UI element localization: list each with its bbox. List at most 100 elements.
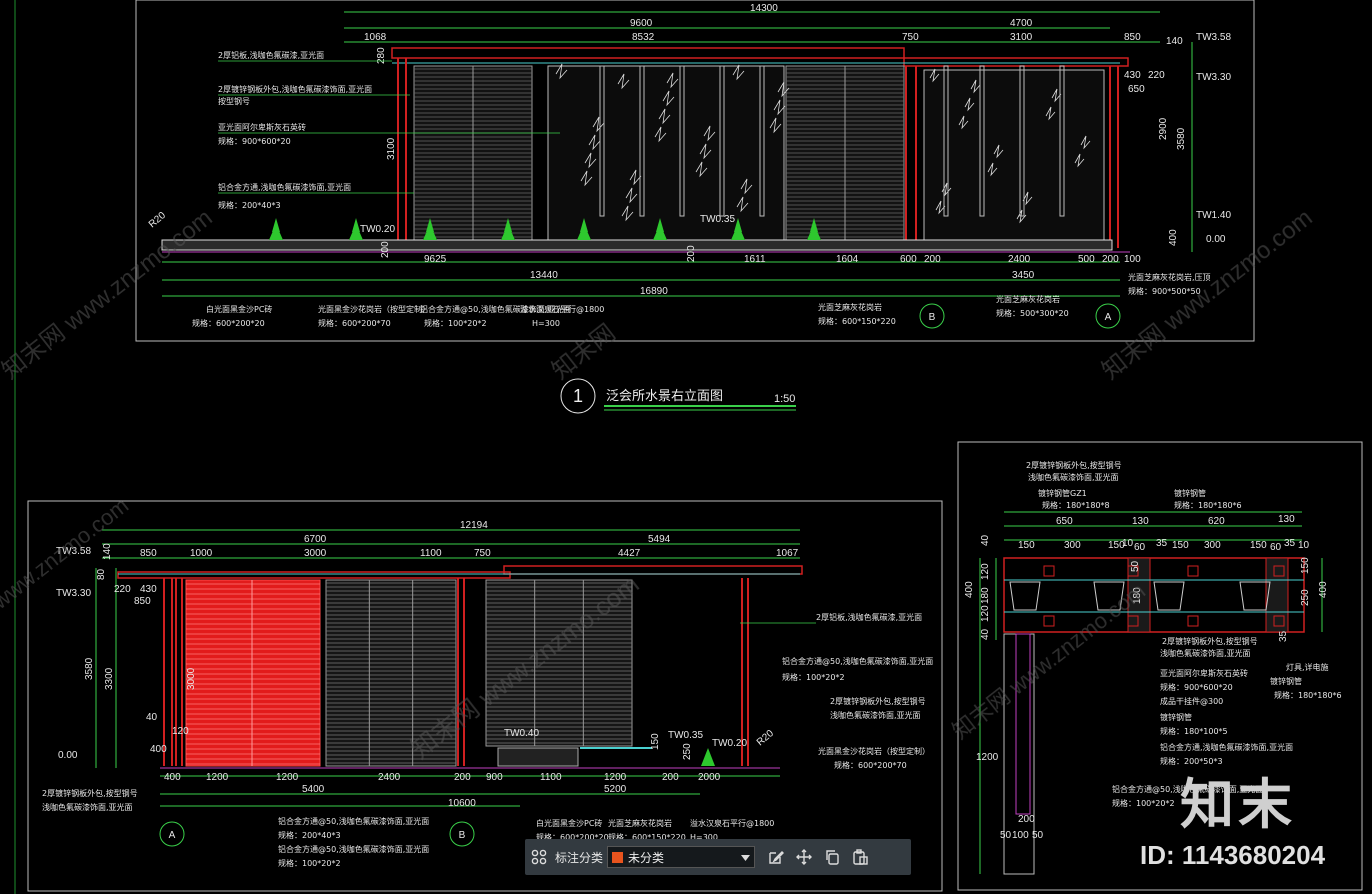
annotation-note: 铝合金方通,浅咖色氟碳漆饰面,亚光面	[1160, 742, 1293, 752]
view2-plants	[701, 748, 715, 766]
axis-bubble-a2: A	[159, 821, 185, 847]
annotation-note: 规格：600*200*70	[834, 760, 907, 770]
view3-roof-section	[1003, 557, 1305, 633]
dim-v2-150: 150	[650, 733, 661, 750]
level-v2-tw330: TW3.30	[56, 588, 91, 599]
watermark-1: 知末网 www.znzmo.com	[0, 204, 218, 385]
view3-beam-2	[1265, 557, 1289, 633]
dim-200d: 200	[686, 245, 697, 262]
view3-top-dim: 150	[1018, 540, 1035, 551]
view2-red-louvre-panel	[185, 579, 321, 767]
dim-v2-400b: 400	[164, 772, 181, 783]
level-tw035: TW0.35	[700, 214, 735, 225]
dim-2900: 2900	[1158, 117, 1169, 140]
cad-drawing-canvas[interactable]: B A 14300 9600 4700 1068 8532 750 3100 8…	[0, 0, 1372, 894]
annotation-note: 光面芝麻灰花岗岩	[608, 818, 672, 828]
annotation-note: 2厚镀锌钢板外包,按型钢号	[1162, 636, 1258, 646]
grid-icon[interactable]	[528, 846, 550, 868]
annotation-note: 2厚铝板,浅咖色氟碳漆,亚光面	[816, 612, 922, 622]
svg-text:A: A	[169, 830, 176, 841]
level-v2-tw040: TW0.40	[504, 728, 539, 739]
dim-140-v2: 140	[102, 543, 113, 560]
chevron-down-icon	[741, 848, 751, 866]
dim-v2-900: 900	[486, 772, 503, 783]
annotation-note: 光面芝麻灰花岗岩,压顶	[1128, 272, 1211, 282]
annotation-note: 铝合金方通@50,浅咖色氟碳漆饰面,亚光面	[278, 844, 429, 854]
dim-v2-1100: 1100	[540, 772, 562, 783]
annotation-note: 规格：100*20*2	[278, 858, 341, 868]
dim-9625: 9625	[424, 254, 447, 265]
annotation-note: 2厚镀锌钢板外包,按型钢号	[42, 788, 138, 798]
view1-stone-wall	[923, 69, 1105, 243]
dim-14300: 14300	[750, 3, 778, 14]
paste-icon[interactable]	[849, 846, 871, 868]
dim-12194: 12194	[460, 520, 488, 531]
dim-v2-r20: R20	[755, 728, 776, 749]
annotation-note: 规格：900*600*20	[218, 136, 291, 146]
svg-text:B: B	[929, 312, 936, 323]
category-label: 标注分类	[555, 850, 604, 865]
view2-roof-right	[503, 565, 803, 575]
annotation-note: 规格：600*200*20	[192, 318, 265, 328]
dim-200: 200	[924, 254, 941, 265]
annotation-note: 镀锌钢管	[1270, 676, 1302, 686]
dim-v2-1200b: 1200	[276, 772, 299, 783]
dim-220: 220	[1148, 70, 1165, 81]
dim-v2-10600: 10600	[448, 798, 476, 809]
annotation-note: 2厚铝板,浅咖色氟碳漆,亚光面	[218, 50, 324, 60]
dim-280: 280	[376, 47, 387, 64]
dim-v2-1200a: 1200	[206, 772, 229, 783]
layer-dropdown-value: 未分类	[628, 850, 665, 865]
watermark-6: 知末网 www.znzmo.com	[948, 578, 1150, 744]
view3-side-dim: 120	[980, 563, 991, 580]
annotation-note: 2厚镀锌钢板外包,按型钢号	[1026, 460, 1122, 470]
annotation-note: H=300	[532, 319, 560, 328]
dim-600: 600	[900, 254, 917, 265]
view3-top-dim: 60	[1134, 542, 1146, 553]
view3-side-dim: 400	[964, 581, 975, 598]
annotation-note: 溢水汉泉石平行@1800	[520, 304, 604, 314]
annotation-note: 规格：500*300*20	[996, 308, 1069, 318]
copy-icon[interactable]	[821, 846, 843, 868]
annotation-note: 浅咖色氟碳漆饰面,亚光面	[1028, 472, 1119, 482]
dim-3100-side: 3100	[386, 137, 397, 160]
move-icon[interactable]	[793, 846, 815, 868]
annotation-note: 规格：100*20*2	[782, 672, 845, 682]
svg-text:B: B	[459, 830, 466, 841]
annotation-note: 浅咖色氟碳漆饰面,亚光面	[1160, 648, 1251, 658]
view3-top-dim: 620	[1208, 516, 1225, 527]
level-tw330: TW3.30	[1196, 72, 1231, 83]
dim-v2-200b: 200	[662, 772, 679, 783]
annotation-note: 规格：180*100*5	[1160, 726, 1228, 736]
annotation-note: 铝合金方通@50,浅咖色氟碳漆饰面,亚光面	[278, 816, 429, 826]
annotation-note: 成品干挂件@300	[1160, 696, 1223, 706]
dim-200b: 200	[1102, 254, 1119, 265]
dim-500: 500	[1078, 254, 1095, 265]
dim-v2-1200c: 1200	[604, 772, 627, 783]
view3-side-dim: 40	[980, 534, 991, 546]
view3-top-dim: 150	[1172, 540, 1189, 551]
annotation-note: 镀锌钢管	[1160, 712, 1192, 722]
view1-scale: 1:50	[774, 393, 795, 405]
dim-5494: 5494	[648, 534, 671, 545]
dim-v2-5200: 5200	[604, 784, 627, 795]
dim-16890: 16890	[640, 286, 668, 297]
layer-dropdown[interactable]: 未分类	[607, 846, 756, 868]
view2-roof-left	[117, 571, 511, 579]
view3-side-dim: 200	[1018, 814, 1035, 825]
annotation-note: 白光面黑金沙PC砖	[536, 818, 602, 828]
annotation-note: 浅咖色氟碳漆饰面,亚光面	[830, 710, 921, 720]
dim-140: 140	[1166, 36, 1183, 47]
edit-icon[interactable]	[765, 846, 787, 868]
annotation-note: 铝合金方通,浅咖色氟碳漆饰面,亚光面	[218, 182, 351, 192]
dim-850-v2: 850	[140, 548, 157, 559]
axis-bubble-b2: B	[449, 821, 475, 847]
dim-100: 100	[1124, 254, 1141, 265]
dim-400: 400	[1168, 229, 1179, 246]
view3-side-dim: 35	[1278, 630, 1289, 642]
level-v2-tw020: TW0.20	[712, 738, 747, 749]
dim-13440: 13440	[530, 270, 558, 281]
drawing-id: ID: 1143680204	[1140, 840, 1326, 870]
dim-4427: 4427	[618, 548, 641, 559]
dim-220-v2: 220	[114, 584, 131, 595]
